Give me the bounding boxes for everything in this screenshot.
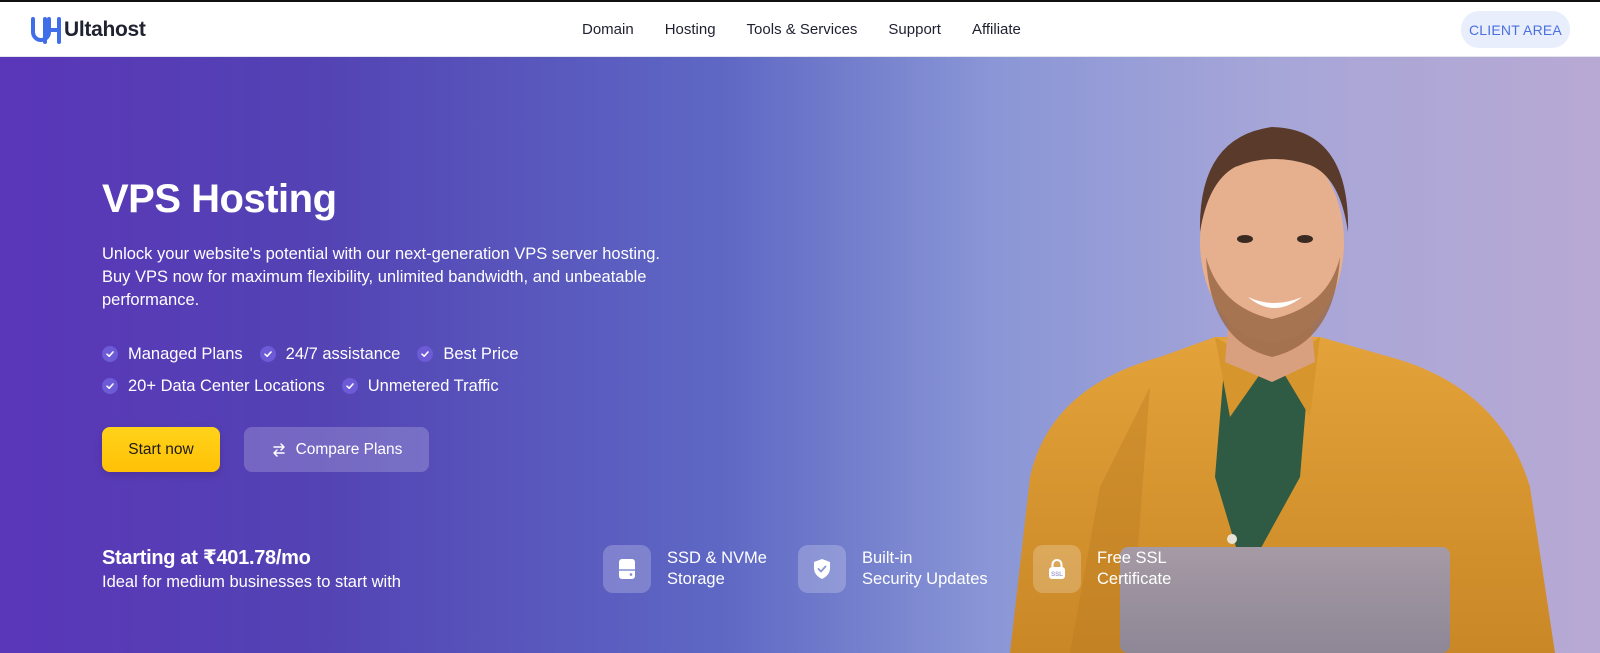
badge-ssd-storage: SSD & NVMe Storage: [603, 545, 767, 593]
feature-list: Managed Plans 24/7 assistance Best Price…: [102, 338, 702, 402]
badge-security-updates: Built-in Security Updates: [798, 545, 988, 593]
nav-hosting[interactable]: Hosting: [665, 21, 716, 38]
check-icon: [417, 346, 434, 362]
check-icon: [102, 346, 118, 362]
hero-description: Unlock your website's potential with our…: [102, 245, 661, 309]
ultahost-logo[interactable]: Ultahost: [31, 16, 146, 44]
badge-line2: Certificate: [1097, 570, 1172, 588]
compare-plans-label: Compare Plans: [295, 440, 403, 458]
feature-label: Unmetered Traffic: [367, 376, 499, 395]
hero-section: VPS Hosting Unlock your website's potent…: [0, 57, 1600, 653]
feature-label: Managed Plans: [128, 344, 243, 363]
feature-assistance: 24/7 assistance: [259, 344, 401, 364]
check-icon: [341, 378, 358, 394]
nav-support[interactable]: Support: [888, 21, 941, 38]
logo-mark-icon: [31, 16, 63, 44]
top-navigation-bar: Ultahost Domain Hosting Tools & Services…: [0, 0, 1600, 57]
badge-line2: Security Updates: [862, 570, 988, 588]
storage-icon: [603, 545, 651, 593]
start-now-button[interactable]: Start now: [102, 427, 220, 472]
shield-check-icon: [798, 545, 846, 593]
main-nav: Domain Hosting Tools & Services Support …: [582, 2, 1052, 57]
page-title: VPS Hosting: [102, 177, 337, 221]
badge-line1: Free SSL: [1097, 549, 1167, 567]
client-area-button[interactable]: CLIENT AREA: [1461, 11, 1570, 48]
nav-domain[interactable]: Domain: [582, 21, 634, 38]
feature-label: Best Price: [443, 344, 519, 363]
badge-line2: Storage: [667, 570, 725, 588]
feature-label: 20+ Data Center Locations: [128, 376, 325, 395]
swap-arrows-icon: [272, 442, 285, 457]
feature-managed-plans: Managed Plans: [102, 345, 243, 364]
check-icon: [102, 378, 118, 394]
logo-text: Ultahost: [64, 18, 146, 41]
check-icon: [259, 346, 276, 362]
badge-line1: SSD & NVMe: [667, 549, 767, 567]
compare-plans-button[interactable]: Compare Plans: [244, 427, 429, 472]
badge-line1: Built-in: [862, 549, 913, 567]
starting-price: Starting at ₹401.78/mo: [102, 547, 311, 569]
nav-tools-services[interactable]: Tools & Services: [747, 21, 858, 38]
price-subtitle: Ideal for medium businesses to start wit…: [102, 573, 401, 591]
nav-affiliate[interactable]: Affiliate: [972, 21, 1021, 38]
feature-best-price: Best Price: [417, 344, 519, 364]
feature-data-centers: 20+ Data Center Locations: [102, 377, 325, 396]
feature-label: 24/7 assistance: [285, 344, 401, 363]
badge-free-ssl: SSL Free SSL Certificate: [1033, 545, 1171, 593]
ssl-lock-icon: SSL: [1033, 545, 1081, 593]
feature-unmetered-traffic: Unmetered Traffic: [341, 376, 499, 396]
svg-text:SSL: SSL: [1051, 572, 1063, 578]
